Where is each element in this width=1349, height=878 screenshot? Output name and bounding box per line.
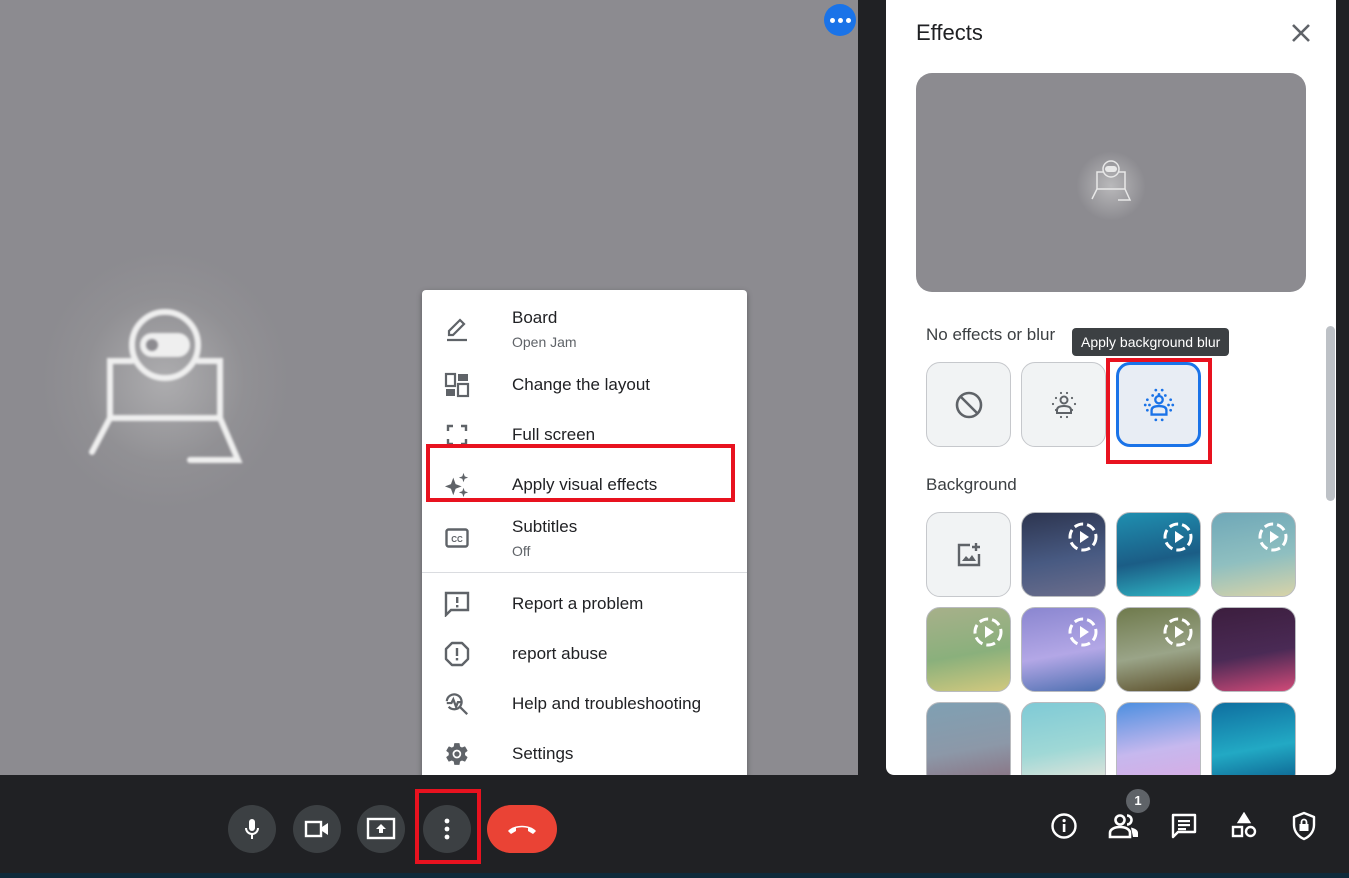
menu-item-report-problem[interactable]: Report a problem [422, 579, 747, 629]
dot [837, 17, 843, 23]
menu-item-sublabel: Open Jam [512, 334, 577, 350]
background-option-tile[interactable] [1211, 702, 1296, 775]
menu-item-settings[interactable]: Settings [422, 729, 747, 779]
slight-blur-icon [1051, 391, 1076, 418]
menu-divider [422, 572, 747, 573]
menu-item-board[interactable]: Board Open Jam [422, 298, 747, 360]
no-effect-icon [955, 391, 982, 418]
tile-more-options-button[interactable] [824, 4, 856, 36]
more-options-button[interactable] [423, 805, 471, 853]
fullscreen-icon [444, 422, 470, 448]
no-effect-tile[interactable] [926, 362, 1011, 447]
taskbar-edge [0, 873, 1349, 878]
background-option-tile[interactable] [1021, 702, 1106, 775]
troubleshoot-icon [444, 691, 470, 717]
host-controls-button[interactable] [1286, 808, 1322, 844]
close-icon [1292, 24, 1310, 42]
background-option-tile[interactable] [1116, 607, 1201, 692]
menu-item-label: Board [512, 308, 558, 327]
camera-button[interactable] [293, 805, 341, 853]
animated-play-icon [1068, 617, 1098, 647]
shield-lock-icon [1292, 811, 1316, 841]
menu-item-label: report abuse [512, 644, 608, 663]
menu-item-help[interactable]: Help and troubleshooting [422, 679, 747, 729]
chat-button[interactable] [1166, 808, 1202, 844]
animated-play-icon [1163, 522, 1193, 552]
background-option-tile[interactable] [1021, 607, 1106, 692]
background-option-tile[interactable] [1116, 512, 1201, 597]
camera-off-avatar-icon [1091, 160, 1132, 201]
background-option-tile[interactable] [926, 607, 1011, 692]
info-icon [1051, 813, 1077, 839]
participant-count-badge: 1 [1126, 789, 1150, 813]
present-button[interactable] [357, 805, 405, 853]
leave-call-button[interactable] [487, 805, 557, 853]
svg-text:CC: CC [451, 535, 463, 544]
background-section-label: Background [926, 475, 1017, 494]
menu-item-subtitles[interactable]: CC Subtitles Off [422, 510, 747, 566]
meeting-details-button[interactable] [1046, 808, 1082, 844]
menu-item-report-abuse[interactable]: report abuse [422, 629, 747, 679]
activities-button[interactable] [1226, 808, 1262, 844]
add-image-icon [957, 542, 980, 566]
background-option-tile[interactable] [1211, 607, 1296, 692]
menu-item-sublabel: Off [512, 543, 531, 559]
self-preview [916, 73, 1306, 292]
camera-off-avatar-icon [89, 309, 243, 463]
slight-blur-tile[interactable] [1021, 362, 1106, 447]
menu-item-apply-visual-effects[interactable]: Apply visual effects [422, 460, 747, 510]
microphone-icon [245, 819, 259, 839]
menu-item-label: Report a problem [512, 594, 644, 613]
animated-play-icon [1258, 522, 1288, 552]
sparkle-icon [444, 472, 470, 498]
more-options-menu: Board Open Jam Change the layout Full scr… [422, 290, 747, 780]
panel-title: Effects [916, 20, 983, 45]
camera-icon [304, 820, 328, 838]
animated-play-icon [1163, 617, 1193, 647]
menu-item-label: Subtitles [512, 517, 578, 536]
close-button[interactable] [1286, 18, 1316, 48]
dot [845, 17, 851, 23]
pen-icon [444, 316, 470, 342]
microphone-button[interactable] [228, 805, 276, 853]
gear-icon [444, 741, 470, 767]
people-button[interactable] [1106, 808, 1142, 844]
menu-item-full-screen[interactable]: Full screen [422, 410, 747, 460]
menu-item-change-layout[interactable]: Change the layout [422, 360, 747, 410]
effects-panel: Effects No effects or blur Background [886, 0, 1336, 775]
activities-shapes-icon [1231, 812, 1257, 838]
more-vert-icon [444, 818, 450, 840]
report-icon [444, 641, 470, 667]
menu-item-label: Full screen [512, 425, 596, 444]
menu-item-label: Change the layout [512, 375, 650, 394]
blur-section-label: No effects or blur [926, 325, 1056, 344]
background-option-tile[interactable] [1116, 702, 1201, 775]
meet-window: Effects No effects or blur Background Ap… [0, 0, 1349, 878]
control-bar [0, 775, 1349, 873]
menu-item-label: Settings [512, 744, 574, 763]
upload-background-tile[interactable] [926, 512, 1011, 597]
background-option-tile[interactable] [1211, 512, 1296, 597]
layout-icon [444, 372, 470, 398]
menu-item-label: Apply visual effects [512, 475, 658, 494]
people-icon [1108, 814, 1138, 839]
present-screen-icon [366, 817, 396, 840]
closed-captions-icon: CC [444, 525, 470, 551]
tooltip: Apply background blur [1072, 328, 1230, 356]
animated-play-icon [973, 617, 1003, 647]
background-option-tile[interactable] [1021, 512, 1106, 597]
chat-icon [1171, 813, 1197, 839]
animated-play-icon [1068, 522, 1098, 552]
hang-up-icon [508, 825, 536, 834]
feedback-icon [444, 591, 470, 617]
dot [829, 17, 835, 23]
blur-icon [1143, 388, 1174, 421]
menu-item-label: Help and troubleshooting [512, 694, 702, 713]
background-option-tile[interactable] [926, 702, 1011, 775]
background-blur-tile[interactable] [1116, 362, 1201, 447]
panel-scrollbar[interactable] [1326, 326, 1335, 501]
